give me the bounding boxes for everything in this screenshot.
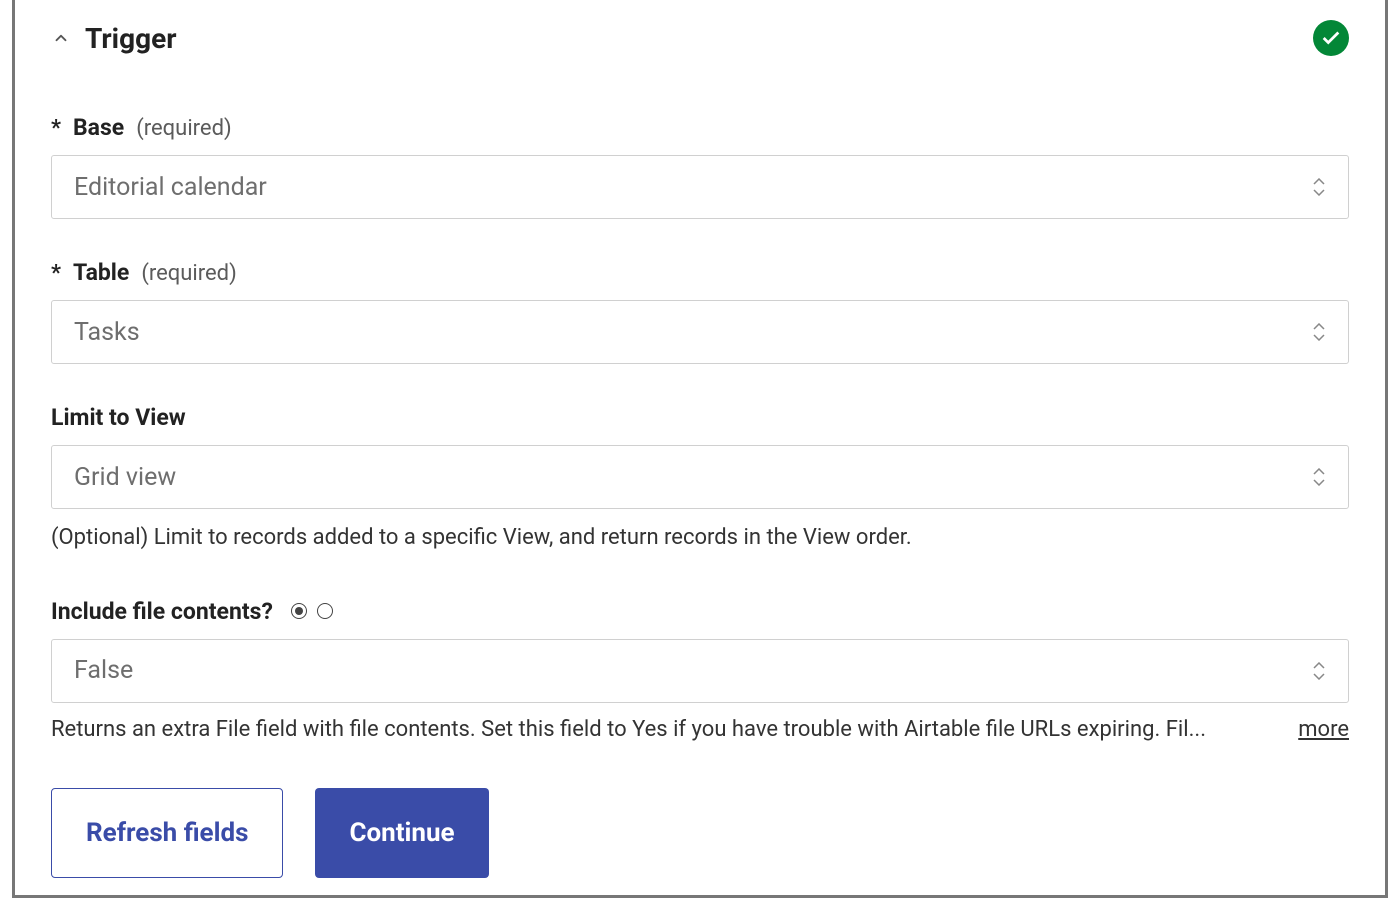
required-tag: (required) bbox=[136, 116, 231, 141]
more-link[interactable]: more bbox=[1298, 717, 1349, 742]
limit-view-help: (Optional) Limit to records added to a s… bbox=[51, 523, 1349, 554]
required-tag: (required) bbox=[141, 261, 236, 286]
collapse-icon[interactable] bbox=[51, 28, 71, 48]
field-table: * Table (required) Tasks bbox=[51, 259, 1349, 364]
radio-option-selected[interactable] bbox=[291, 603, 307, 619]
include-files-toggle bbox=[291, 603, 333, 619]
base-select[interactable]: Editorial calendar bbox=[51, 155, 1349, 219]
field-limit-view: Limit to View Grid view (Optional) Limit… bbox=[51, 404, 1349, 554]
include-files-select[interactable]: False bbox=[51, 639, 1349, 703]
radio-option-unselected[interactable] bbox=[317, 603, 333, 619]
updown-icon bbox=[1312, 468, 1326, 486]
table-select[interactable]: Tasks bbox=[51, 300, 1349, 364]
section-header: Trigger bbox=[51, 20, 1349, 56]
field-include-files: Include file contents? False Returns an … bbox=[51, 598, 1349, 742]
field-label-include-files: Include file contents? bbox=[51, 598, 273, 625]
field-label-base: Base bbox=[73, 114, 124, 141]
include-files-help: Returns an extra File field with file co… bbox=[51, 717, 1278, 742]
refresh-fields-button[interactable]: Refresh fields bbox=[51, 788, 283, 878]
required-asterisk: * bbox=[51, 116, 61, 141]
field-label-table: Table bbox=[73, 259, 129, 286]
limit-view-select[interactable]: Grid view bbox=[51, 445, 1349, 509]
status-success-icon bbox=[1313, 20, 1349, 56]
limit-view-select-value: Grid view bbox=[74, 463, 176, 492]
section-title: Trigger bbox=[85, 22, 176, 55]
required-asterisk: * bbox=[51, 261, 61, 286]
include-files-select-value: False bbox=[74, 656, 133, 685]
base-select-value: Editorial calendar bbox=[74, 173, 267, 202]
field-label-limit-view: Limit to View bbox=[51, 404, 186, 431]
trigger-panel: Trigger * Base (required) Editorial cale… bbox=[12, 0, 1388, 898]
button-row: Refresh fields Continue bbox=[51, 788, 1349, 878]
updown-icon bbox=[1312, 323, 1326, 341]
continue-button[interactable]: Continue bbox=[315, 788, 488, 878]
field-base: * Base (required) Editorial calendar bbox=[51, 114, 1349, 219]
updown-icon bbox=[1312, 178, 1326, 196]
table-select-value: Tasks bbox=[74, 318, 140, 347]
updown-icon bbox=[1312, 662, 1326, 680]
